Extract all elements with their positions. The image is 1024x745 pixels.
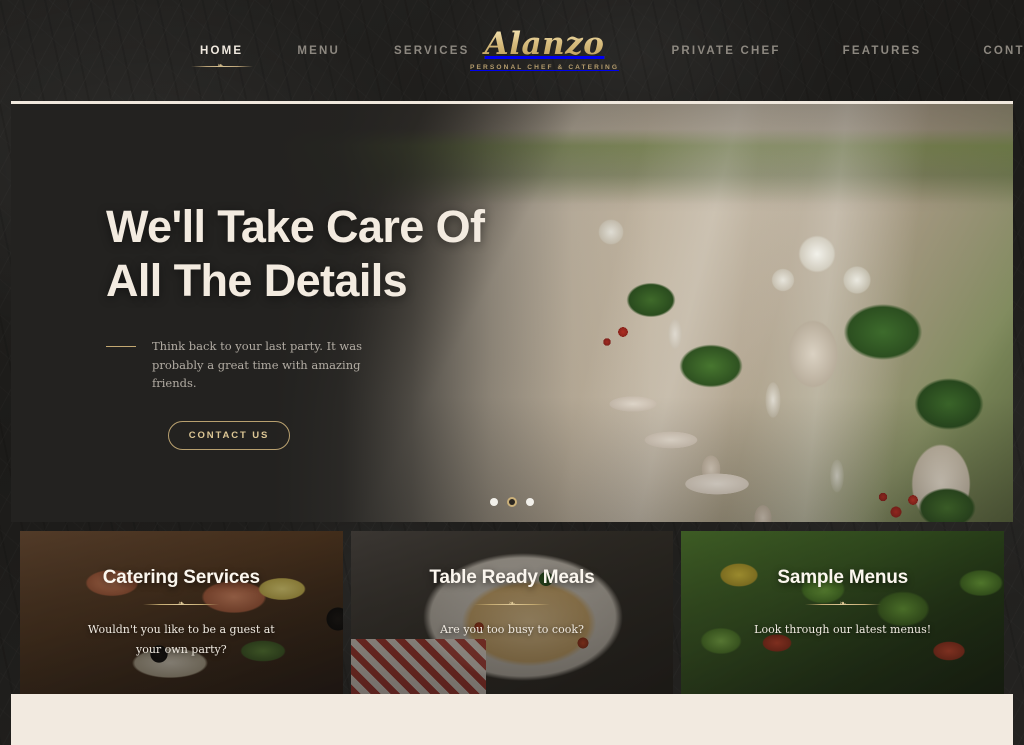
flourish-icon: ❧ <box>177 598 185 608</box>
nav-group-right: PRIVATE CHEF FEATURES CONTACT US <box>620 39 1024 63</box>
nav-item-private-chef-label: PRIVATE CHEF <box>671 44 781 57</box>
feature-card-catering-services[interactable]: Catering Services ❧ Wouldn't you like to… <box>20 531 343 694</box>
feature-card-table-ready-meals[interactable]: Table Ready Meals ❧ Are you too busy to … <box>350 531 674 694</box>
nav-item-contact-us[interactable]: CONTACT US <box>983 39 1024 63</box>
card-body: Sample Menus ❧ Look through our latest m… <box>681 531 1004 694</box>
hero-slider-dots <box>11 498 1013 506</box>
nav-group-left: HOME ❧ MENU SERVICES <box>22 39 470 70</box>
page-bottom-cream-section <box>11 694 1013 745</box>
card-title-sample-menus: Sample Menus <box>777 567 908 588</box>
card-body: Table Ready Meals ❧ Are you too busy to … <box>351 531 674 694</box>
nav-item-services[interactable]: SERVICES <box>394 39 470 63</box>
slider-dot-1[interactable] <box>490 498 498 506</box>
hero-contact-us-button-label: CONTACT US <box>188 429 270 441</box>
nav-active-underline-ornament: ❧ <box>190 62 253 71</box>
feature-cards: Catering Services ❧ Wouldn't you like to… <box>20 531 1005 694</box>
nav-item-home[interactable]: HOME ❧ <box>190 39 253 70</box>
hero-title-line-2: All The Details <box>106 254 408 306</box>
card-title-catering-services: Catering Services <box>102 567 260 588</box>
nav-item-services-label: SERVICES <box>393 44 470 57</box>
card-divider-ornament: ❧ <box>804 598 881 609</box>
card-title-table-ready-meals: Table Ready Meals <box>429 567 595 588</box>
hero-content: We'll Take Care Of All The Details Think… <box>106 200 526 450</box>
hero-title-line-1: We'll Take Care Of <box>106 201 485 252</box>
logo-tagline: Personal Chef & Catering <box>470 63 620 71</box>
card-text-catering-services: Wouldn't you like to be a guest at your … <box>87 623 275 657</box>
flourish-icon: ❧ <box>508 598 516 608</box>
card-divider-ornament: ❧ <box>143 598 220 609</box>
nav-item-features[interactable]: FEATURES <box>843 39 922 63</box>
nav-item-menu-label: MENU <box>297 44 340 57</box>
card-body: Catering Services ❧ Wouldn't you like to… <box>20 531 343 694</box>
flourish-icon: ❧ <box>839 598 847 608</box>
nav-item-private-chef[interactable]: PRIVATE CHEF <box>672 39 781 63</box>
flourish-icon: ❧ <box>217 62 226 70</box>
hero-title: We'll Take Care Of All The Details <box>106 200 526 307</box>
card-text-sample-menus: Look through our latest menus! <box>754 623 932 636</box>
hero-subtitle: Think back to your last party. It was pr… <box>152 339 362 391</box>
hero-slider: We'll Take Care Of All The Details Think… <box>11 104 1013 522</box>
slider-dot-3[interactable] <box>526 498 534 506</box>
hero-contact-us-button[interactable]: CONTACT US <box>168 420 290 450</box>
card-divider-ornament: ❧ <box>474 598 550 609</box>
site-logo[interactable]: Alanzo Personal Chef & Catering <box>470 28 620 73</box>
gold-dash-icon <box>106 346 136 348</box>
logo-wordmark: Alanzo <box>470 28 620 60</box>
nav-item-features-label: FEATURES <box>842 44 922 57</box>
nav-item-menu[interactable]: MENU <box>297 39 340 63</box>
site-header: HOME ❧ MENU SERVICES Alanzo Personal Che… <box>0 0 1024 101</box>
nav-item-contact-us-label: CONTACT US <box>983 44 1024 57</box>
hero-subtitle-row: Think back to your last party. It was pr… <box>106 337 526 393</box>
nav-item-home-label: HOME <box>200 44 244 57</box>
slider-dot-2-active[interactable] <box>509 499 515 505</box>
primary-navigation: HOME ❧ MENU SERVICES Alanzo Personal Che… <box>0 28 1024 73</box>
page-root: HOME ❧ MENU SERVICES Alanzo Personal Che… <box>0 0 1024 745</box>
header-divider-rule <box>11 101 1013 104</box>
feature-card-sample-menus[interactable]: Sample Menus ❧ Look through our latest m… <box>681 531 1005 694</box>
card-text-table-ready-meals: Are you too busy to cook? <box>440 623 584 636</box>
